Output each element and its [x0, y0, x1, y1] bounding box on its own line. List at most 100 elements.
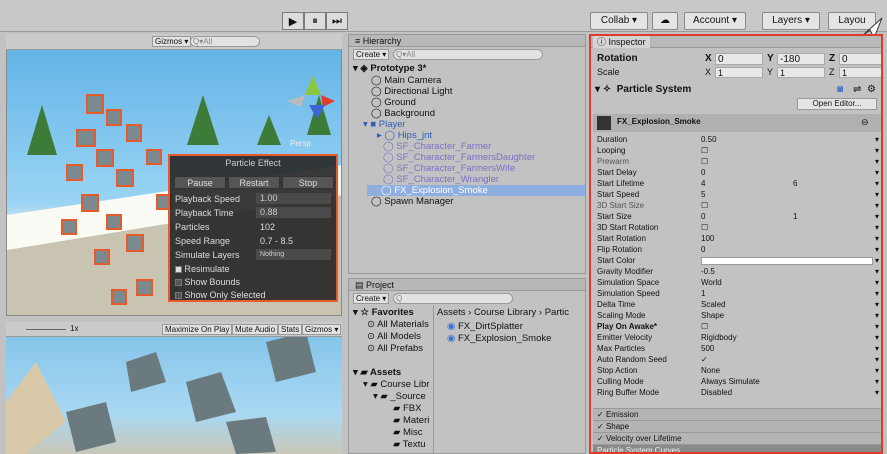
gear-icon[interactable]: ⚙ — [867, 84, 876, 95]
rotation-x-field[interactable]: 0 — [715, 53, 763, 65]
playback-time-field[interactable]: 0.88 — [256, 207, 331, 218]
chevron-down-icon[interactable]: ▾ — [875, 157, 879, 168]
project-create-button[interactable]: Create ▾ — [353, 293, 390, 304]
prop-value[interactable]: Rigidbody — [701, 333, 737, 344]
open-editor-button[interactable]: Open Editor... — [797, 98, 877, 110]
hierarchy-item-sf-character-farmerswife[interactable]: ◯ SF_Character_FarmersWife — [383, 163, 515, 174]
hierarchy-item-sf-character-wrangler[interactable]: ◯ SF_Character_Wrangler — [383, 174, 499, 185]
chevron-down-icon[interactable]: ▾ — [875, 256, 879, 267]
scale-z-field[interactable]: 1 — [839, 67, 881, 78]
prop-value[interactable]: 500 — [701, 344, 714, 355]
chevron-down-icon[interactable]: ▾ — [875, 333, 879, 344]
stats-button[interactable]: Stats — [278, 324, 303, 335]
chevron-down-icon[interactable]: ▾ — [875, 278, 879, 289]
game-view[interactable] — [6, 322, 342, 454]
chevron-down-icon[interactable]: ▾ — [875, 388, 879, 399]
prop-looping[interactable]: Looping ☐ ▾ — [597, 146, 881, 157]
hierarchy-item-sf-character-farmer[interactable]: ◯ SF_Character_Farmer — [383, 141, 491, 152]
hierarchy-item-hips-jnt[interactable]: ▸ ◯ Hips_jnt — [377, 130, 432, 141]
restart-effect-button[interactable]: Restart — [228, 176, 280, 189]
module-velocity-over-lifetime[interactable]: ✓ Velocity over Lifetime — [593, 432, 881, 444]
hierarchy-tab[interactable]: ≡ Hierarchy — [349, 35, 585, 47]
folder-materials[interactable]: ▰ Materi — [393, 415, 429, 426]
prop-simulation-speed[interactable]: Simulation Speed 1 ▾ — [597, 289, 881, 300]
play-button[interactable]: ▶ — [282, 12, 304, 30]
hierarchy-item-prototype-3[interactable]: ▾ ◈ Prototype 3* — [353, 63, 426, 74]
asset-fx-explosion-smoke[interactable]: ◉ FX_Explosion_Smoke — [447, 333, 551, 344]
settings-icon[interactable]: ⇌ — [853, 84, 861, 95]
prop-value[interactable]: ☐ — [701, 146, 708, 157]
prop-value[interactable]: Always Simulate — [701, 377, 760, 388]
inspector-tab[interactable]: ⓘ Inspector — [593, 36, 650, 48]
cloud-icon[interactable]: ☁ — [652, 12, 678, 30]
prop-value[interactable]: 0 — [701, 168, 705, 179]
prop-start-delay[interactable]: Start Delay 0 ▾ — [597, 168, 881, 179]
prop-start-color[interactable]: Start Color ▾ — [597, 256, 881, 267]
hierarchy-item-background[interactable]: ◯ Background — [371, 108, 435, 119]
particle-system-header[interactable]: ▾ ✧ Particle System — [595, 84, 691, 95]
maximize-on-play-button[interactable]: Maximize On Play — [162, 324, 233, 335]
prop-value[interactable]: 4 — [701, 179, 705, 190]
prop-start-lifetime[interactable]: Start Lifetime 4 6 ▾ — [597, 179, 881, 190]
prop-stop-action[interactable]: Stop Action None ▾ — [597, 366, 881, 377]
chevron-down-icon[interactable]: ▾ — [875, 234, 879, 245]
start-color-swatch[interactable] — [701, 257, 873, 265]
prop-3d-start-rotation[interactable]: 3D Start Rotation ☐ ▾ — [597, 223, 881, 234]
chevron-down-icon[interactable]: ▾ — [875, 135, 879, 146]
asset-fx-dirtsplatter[interactable]: ◉ FX_DirtSplatter — [447, 321, 523, 332]
folder-textures[interactable]: ▰ Textu — [393, 439, 426, 450]
scene-search-input[interactable]: Q▾All — [190, 36, 260, 47]
prop-value[interactable]: ✓ — [701, 355, 708, 366]
account-dropdown[interactable]: Account ▾ — [684, 12, 746, 30]
prop-value[interactable]: ☐ — [701, 157, 708, 168]
prop-value[interactable]: None — [701, 366, 720, 377]
prop-flip-rotation[interactable]: Flip Rotation 0 ▾ — [597, 245, 881, 256]
chevron-down-icon[interactable]: ▾ — [875, 267, 879, 278]
prop-play-on-awake[interactable]: Play On Awake* ☐ ▾ — [597, 322, 881, 333]
folder-fbx[interactable]: ▰ FBX — [393, 403, 421, 414]
prop-value[interactable]: Shape — [701, 311, 724, 322]
rotation-y-field[interactable]: -180 — [777, 53, 825, 65]
prop-culling-mode[interactable]: Culling Mode Always Simulate ▾ — [597, 377, 881, 388]
prop-start-rotation[interactable]: Start Rotation 100 ▾ — [597, 234, 881, 245]
hierarchy-item-ground[interactable]: ◯ Ground — [371, 97, 416, 108]
pause-effect-button[interactable]: Pause — [174, 176, 226, 189]
collab-button[interactable]: Collab ▾ — [590, 12, 648, 30]
chevron-down-icon[interactable]: ▾ — [875, 168, 879, 179]
particle-system-curves-header[interactable]: Particle System Curves — [593, 444, 881, 452]
prop-value-max[interactable]: 1 — [793, 212, 797, 223]
pause-button[interactable]: ⏸ — [304, 12, 326, 30]
simulate-layers-dropdown[interactable]: Nothing — [256, 249, 331, 260]
gizmos-dropdown[interactable]: Gizmos ▾ — [152, 36, 192, 47]
hierarchy-item-player[interactable]: ▾ ■ Player — [363, 119, 406, 130]
system-header-bar[interactable]: FX_Explosion_Smoke ⊖ — [593, 114, 881, 132]
prop-value[interactable]: ☐ — [701, 201, 708, 212]
chevron-down-icon[interactable]: ▾ — [875, 366, 879, 377]
prop-value[interactable]: 0 — [701, 212, 705, 223]
rotation-z-field[interactable]: 0 — [839, 53, 881, 65]
prop-gravity-modifier[interactable]: Gravity Modifier -0.5 ▾ — [597, 267, 881, 278]
prop-value[interactable]: World — [701, 278, 722, 289]
folder-course-library[interactable]: ▾ ▰ Course Libr — [363, 379, 429, 390]
prop-prewarm[interactable]: Prewarm ☐ ▾ — [597, 157, 881, 168]
chevron-down-icon[interactable]: ▾ — [875, 289, 879, 300]
chevron-down-icon[interactable]: ▾ — [875, 212, 879, 223]
prop-simulation-space[interactable]: Simulation Space World ▾ — [597, 278, 881, 289]
prop-auto-random-seed[interactable]: Auto Random Seed ✓ ▾ — [597, 355, 881, 366]
prop-max-particles[interactable]: Max Particles 500 ▾ — [597, 344, 881, 355]
hierarchy-item-directional-light[interactable]: ◯ Directional Light — [371, 86, 452, 97]
show-bounds-toggle[interactable]: Show Bounds — [175, 276, 240, 288]
project-search-input[interactable]: Q — [393, 293, 513, 304]
prop-value[interactable]: ☐ — [701, 322, 708, 333]
show-only-selected-toggle[interactable]: Show Only Selected — [175, 289, 266, 301]
prop-ring-buffer-mode[interactable]: Ring Buffer Mode Disabled ▾ — [597, 388, 881, 399]
help-icon[interactable]: ◙ — [837, 84, 843, 95]
chevron-down-icon[interactable]: ▾ — [875, 245, 879, 256]
hierarchy-item-main-camera[interactable]: ◯ Main Camera — [371, 75, 441, 86]
prop-value[interactable]: ☐ — [701, 223, 708, 234]
prop-start-size[interactable]: Start Size 0 1 ▾ — [597, 212, 881, 223]
chevron-down-icon[interactable]: ▾ — [875, 179, 879, 190]
prop-3d-start-size[interactable]: 3D Start Size ☐ ▾ — [597, 201, 881, 212]
scale-x-field[interactable]: 1 — [715, 67, 763, 78]
prop-value[interactable]: 100 — [701, 234, 714, 245]
